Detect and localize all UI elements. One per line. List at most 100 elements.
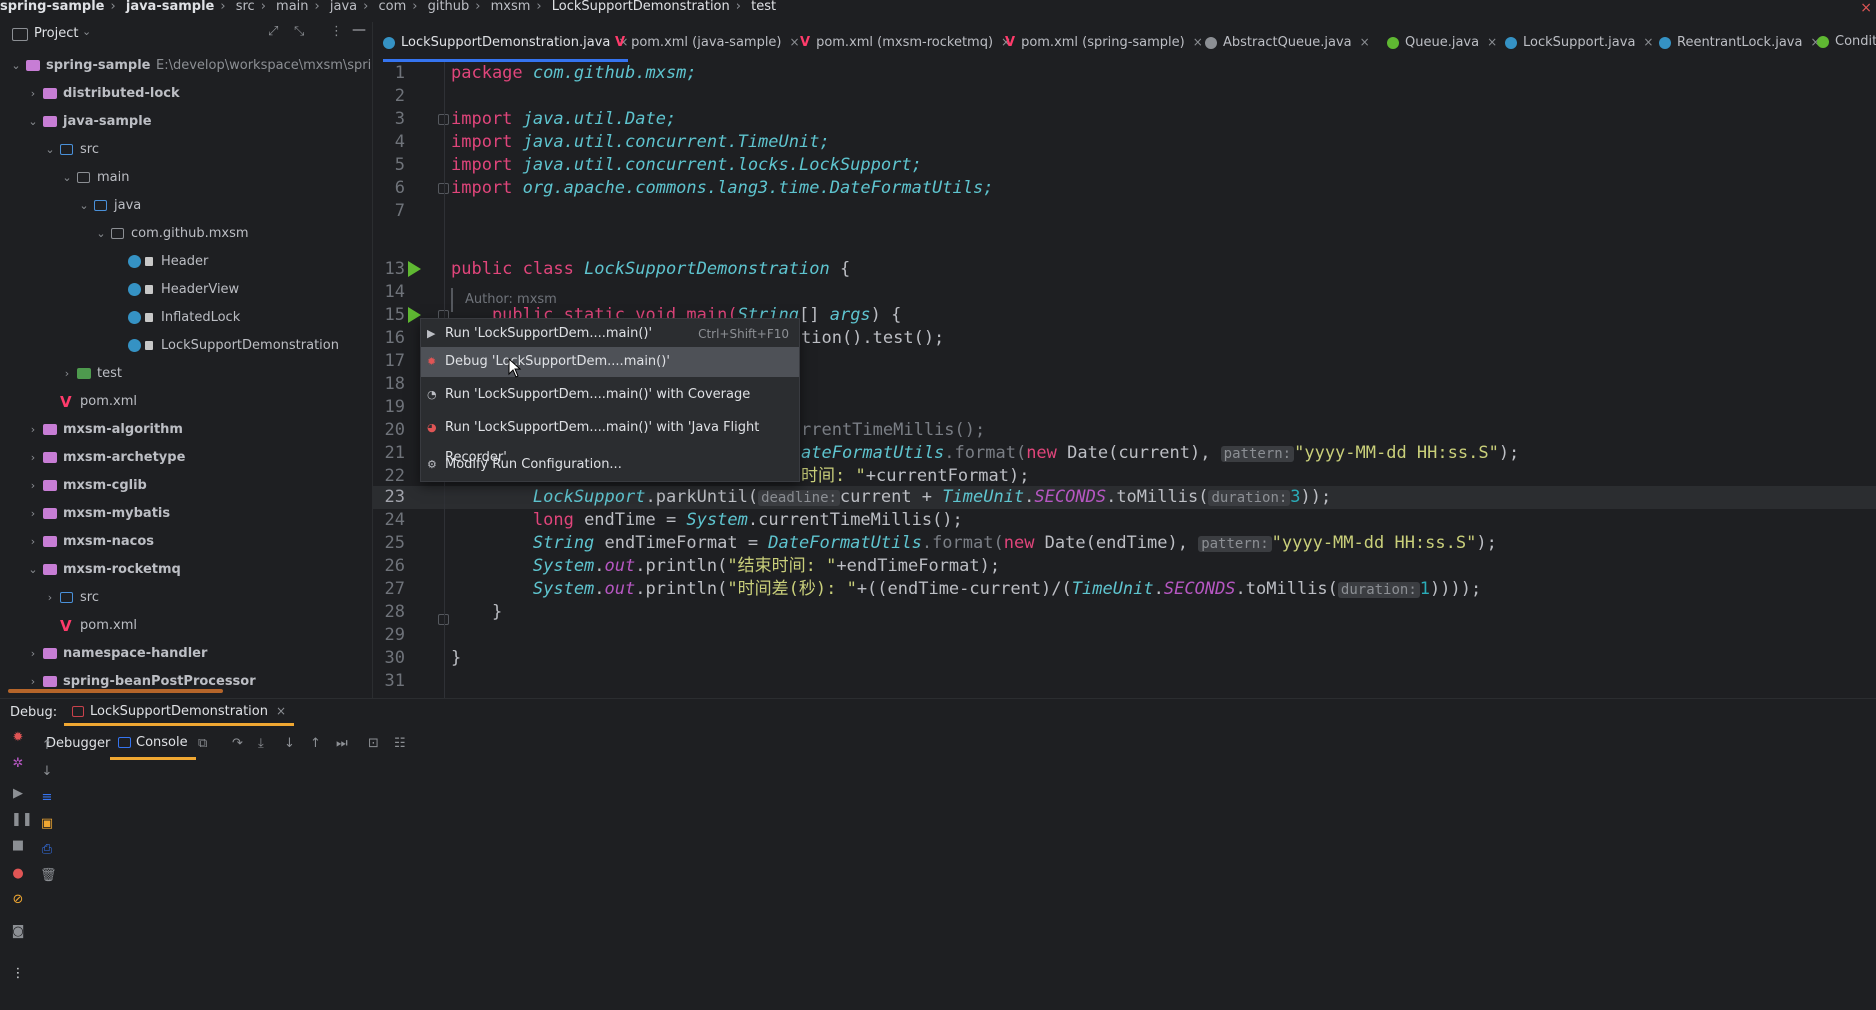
chevron-down-icon[interactable]: ⌄ [82,25,91,38]
breadcrumb-item[interactable]: main [276,0,308,14]
tree-item[interactable]: › mxsm-cglib [0,472,372,500]
tree-item[interactable]: ⌄ spring-sample E:\develop\workspace\mxsm\… [0,52,372,80]
tree-item[interactable]: ⌄ java [0,192,372,220]
tab-console[interactable]: Console [110,729,196,760]
chevron-right-icon[interactable]: › [61,360,73,388]
horizontal-scrollbar[interactable] [8,689,223,693]
chevron-down-icon[interactable]: ⌄ [27,556,39,584]
project-title[interactable]: Project [34,26,78,41]
threads-icon[interactable]: ☷ [394,736,406,751]
tree-item[interactable]: › test [0,360,372,388]
breadcrumb-item[interactable]: java [330,0,357,14]
tree-item[interactable]: › mxsm-algorithm [0,416,372,444]
run-gutter-icon[interactable] [408,261,421,277]
chevron-down-icon[interactable]: ⌄ [44,136,56,164]
scroll-to-end-icon[interactable]: ▣ [40,817,54,831]
close-icon[interactable]: × [1643,35,1653,49]
editor-tab[interactable]: ReentrantLock.java × [1659,22,1821,62]
chevron-down-icon[interactable]: ⌄ [27,108,39,136]
collapse-all-icon[interactable]: ⤡ [294,24,304,39]
tree-item[interactable]: › mxsm-mybatis [0,500,372,528]
stop-icon[interactable]: ■ [11,839,25,853]
rerun-debug-icon[interactable]: ✹ [11,731,25,745]
menu-item[interactable]: ⚙ Modify Run Configuration... [421,450,799,480]
breadcrumb-item[interactable]: java-sample [126,0,215,14]
tree-item[interactable]: › mxsm-archetype [0,444,372,472]
scroll-down-icon[interactable]: ↓ [40,765,54,779]
breadcrumb-item[interactable]: spring-sample [0,0,105,14]
editor-tab[interactable]: LockSupport.java × [1505,22,1653,62]
breadcrumb-item[interactable]: test [751,0,776,14]
menu-item[interactable]: ◔ Run 'LockSupportDem....main()' with Cov… [421,380,799,410]
chevron-down-icon[interactable]: ⌄ [10,52,22,80]
breadcrumb-item[interactable]: github [428,0,470,14]
chevron-down-icon[interactable]: ⌄ [61,164,73,192]
tab-debugger[interactable]: Debugger [46,736,110,751]
close-icon[interactable]: × [1360,35,1370,49]
tree-item[interactable]: Header [0,248,372,276]
menu-item[interactable]: ✹ Debug 'LockSupportDem....main()' [421,347,799,377]
close-icon[interactable]: × [1193,35,1203,49]
evaluate-icon[interactable]: ⊡ [368,736,379,751]
tree-item[interactable]: HeaderView [0,276,372,304]
tree-item[interactable]: Vpom.xml [0,388,372,416]
editor-tab[interactable]: AbstractQueue.java × [1205,22,1370,62]
tree-item[interactable]: › distributed-lock [0,80,372,108]
tree-item[interactable]: ⌄ main [0,164,372,192]
clear-icon[interactable]: 🗑 [40,869,57,883]
editor-tab[interactable]: Condition.ja [1817,22,1876,62]
breadcrumb-item[interactable]: com [378,0,406,14]
editor-tab[interactable]: Vpom.xml (mxsm-rocketmq) × [800,22,1011,62]
chevron-down-icon[interactable]: ⌄ [78,192,90,220]
gear-icon[interactable]: ✲ [11,757,25,771]
tree-item[interactable]: ⌄ src [0,136,372,164]
close-icon[interactable]: × [790,35,800,49]
tree-item[interactable]: Vpom.xml [0,612,372,640]
chevron-right-icon[interactable]: › [27,416,39,444]
resume-icon[interactable]: ▶ [11,787,25,801]
editor-tab[interactable]: LockSupportDemonstration.java × [383,22,629,62]
chevron-right-icon[interactable]: › [44,584,56,612]
breadcrumb-item[interactable]: src [236,0,255,14]
editor-tab[interactable]: Vpom.xml (spring-sample) × [1005,22,1203,62]
debug-session-tab[interactable]: LockSupportDemonstration × [64,699,295,726]
menu-item[interactable]: ◕ Run 'LockSupportDem....main()' with 'Ja… [421,413,799,465]
chevron-right-icon[interactable]: › [27,444,39,472]
tree-item[interactable]: ⌄ mxsm-rocketmq [0,556,372,584]
restore-layout-icon[interactable]: ⧉ [198,736,207,751]
tree-item[interactable]: › src [0,584,372,612]
print-icon[interactable]: ⎙ [40,843,54,857]
chevron-right-icon[interactable]: › [27,472,39,500]
tree-item[interactable]: › namespace-handler [0,640,372,668]
tree-item[interactable]: InflatedLock [0,304,372,332]
force-step-into-icon[interactable]: ↓ [284,736,295,751]
breadcrumb-item[interactable]: LockSupportDemonstration [552,0,730,14]
camera-icon[interactable]: ◙ [11,925,25,939]
tree-item[interactable]: LockSupportDemonstration [0,332,372,360]
more-icon[interactable]: ⋮ [11,967,25,981]
step-out-icon[interactable]: ↑ [310,736,321,751]
tree-item[interactable]: ⌄ com.github.mxsm [0,220,372,248]
soft-wrap-icon[interactable]: ≡ [40,791,54,805]
expand-all-icon[interactable]: ⤢ [268,24,278,39]
tree-item[interactable]: ⌄ java-sample [0,108,372,136]
chevron-down-icon[interactable]: ⌄ [95,220,107,248]
run-to-cursor-icon[interactable]: ⏭ [336,736,348,751]
breadcrumb-item[interactable]: mxsm [491,0,531,14]
close-icon[interactable]: × [276,704,286,718]
scroll-up-icon[interactable]: ↑ [40,739,54,753]
chevron-right-icon[interactable]: › [27,640,39,668]
close-icon[interactable]: × [1860,0,1872,16]
chevron-right-icon[interactable]: › [27,528,39,556]
editor-tab[interactable]: Queue.java × [1387,22,1497,62]
breakpoints-icon[interactable]: ● [11,867,25,881]
close-icon[interactable]: × [1487,35,1497,49]
pause-icon[interactable]: ❚❚ [11,813,33,827]
menu-item[interactable]: ▶ Run 'LockSupportDem....main()' Ctrl+Shif… [421,319,799,349]
hide-icon[interactable]: — [352,22,366,38]
step-over-icon[interactable]: ↷ [232,736,243,751]
mute-breakpoints-icon[interactable]: ⊘ [11,893,25,907]
chevron-right-icon[interactable]: › [27,500,39,528]
editor-tab[interactable]: Vpom.xml (java-sample) × [615,22,800,62]
chevron-right-icon[interactable]: › [27,80,39,108]
